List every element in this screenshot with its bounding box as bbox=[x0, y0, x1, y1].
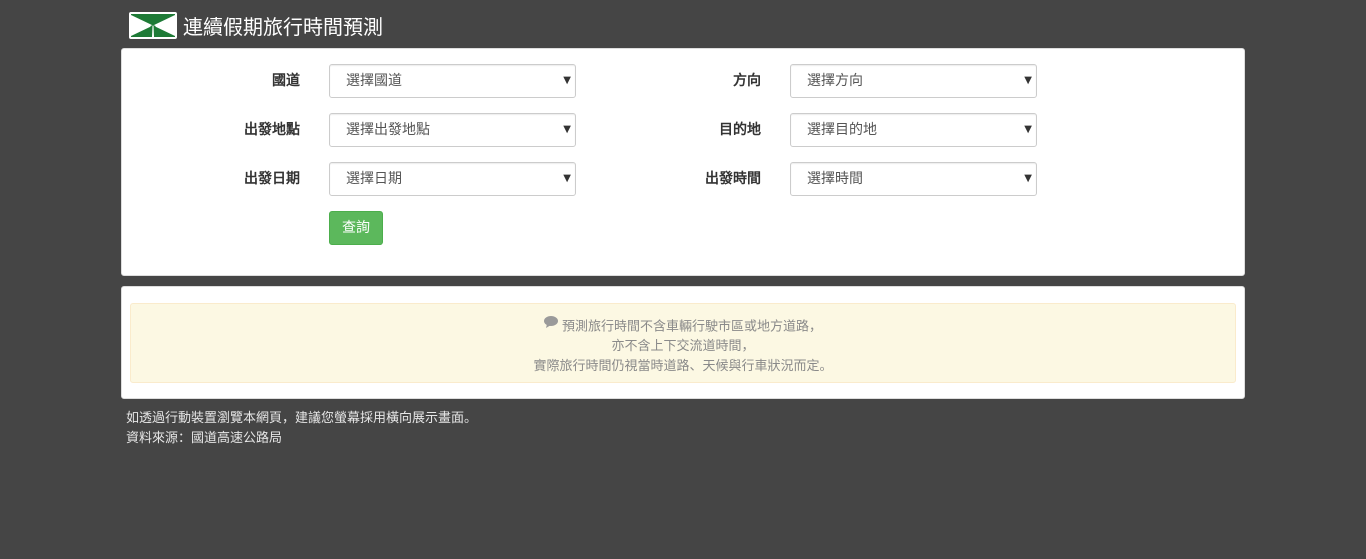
origin-select-value: 選擇出發地點 bbox=[346, 122, 430, 138]
chevron-down-icon: ▼ bbox=[1024, 75, 1032, 86]
footer: 如透過行動裝置瀏覽本網頁，建議您螢幕採用橫向展示畫面。 資料來源：國道高速公路局 bbox=[126, 409, 477, 449]
header: 連續假期旅行時間預測 bbox=[129, 10, 383, 40]
destination-select[interactable]: 選擇目的地 ▼ bbox=[790, 113, 1037, 147]
notice-line-1: 預測旅行時間不含車輛行駛市區或地方道路， bbox=[561, 319, 822, 335]
chevron-down-icon: ▼ bbox=[563, 75, 571, 86]
highway-select-value: 選擇國道 bbox=[346, 73, 402, 89]
chevron-down-icon: ▼ bbox=[563, 124, 571, 135]
date-select[interactable]: 選擇日期 ▼ bbox=[329, 162, 576, 196]
chevron-down-icon: ▼ bbox=[563, 173, 571, 184]
chevron-down-icon: ▼ bbox=[1024, 173, 1032, 184]
highway-select[interactable]: 選擇國道 ▼ bbox=[329, 64, 576, 98]
highway-logo-icon bbox=[129, 11, 177, 39]
comment-icon bbox=[543, 315, 558, 335]
query-button[interactable]: 查詢 bbox=[329, 211, 383, 245]
destination-select-value: 選擇目的地 bbox=[807, 122, 877, 138]
notice-panel: 預測旅行時間不含車輛行駛市區或地方道路， 亦不含上下交流道時間， 實際旅行時間仍… bbox=[121, 286, 1245, 399]
destination-label: 目的地 bbox=[719, 122, 761, 138]
origin-label: 出發地點 bbox=[244, 122, 300, 138]
date-label: 出發日期 bbox=[244, 171, 300, 187]
notice-alert: 預測旅行時間不含車輛行駛市區或地方道路， 亦不含上下交流道時間， 實際旅行時間仍… bbox=[130, 303, 1236, 383]
time-label: 出發時間 bbox=[705, 171, 761, 187]
direction-label: 方向 bbox=[733, 73, 761, 89]
site-title: 連續假期旅行時間預測 bbox=[183, 15, 383, 39]
query-form-panel: 國道 選擇國道 ▼ 方向 選擇方向 ▼ 出發地點 選擇出發地點 ▼ 目的地 選擇… bbox=[121, 48, 1245, 276]
date-select-value: 選擇日期 bbox=[346, 171, 402, 187]
direction-select-value: 選擇方向 bbox=[807, 73, 863, 89]
footer-mobile-tip: 如透過行動裝置瀏覽本網頁，建議您螢幕採用橫向展示畫面。 bbox=[126, 411, 478, 426]
direction-select[interactable]: 選擇方向 ▼ bbox=[790, 64, 1037, 98]
footer-data-source: 資料來源：國道高速公路局 bbox=[126, 431, 283, 446]
time-select[interactable]: 選擇時間 ▼ bbox=[790, 162, 1037, 196]
notice-line: 預測旅行時間不含車輛行駛市區或地方道路， bbox=[131, 315, 1235, 337]
notice-line-3: 實際旅行時間仍視當時道路、天候與行車狀況而定。 bbox=[533, 359, 833, 374]
origin-select[interactable]: 選擇出發地點 ▼ bbox=[329, 113, 576, 147]
chevron-down-icon: ▼ bbox=[1024, 124, 1032, 135]
highway-label: 國道 bbox=[272, 73, 300, 89]
time-select-value: 選擇時間 bbox=[807, 171, 863, 187]
notice-line-2: 亦不含上下交流道時間， bbox=[611, 339, 755, 354]
